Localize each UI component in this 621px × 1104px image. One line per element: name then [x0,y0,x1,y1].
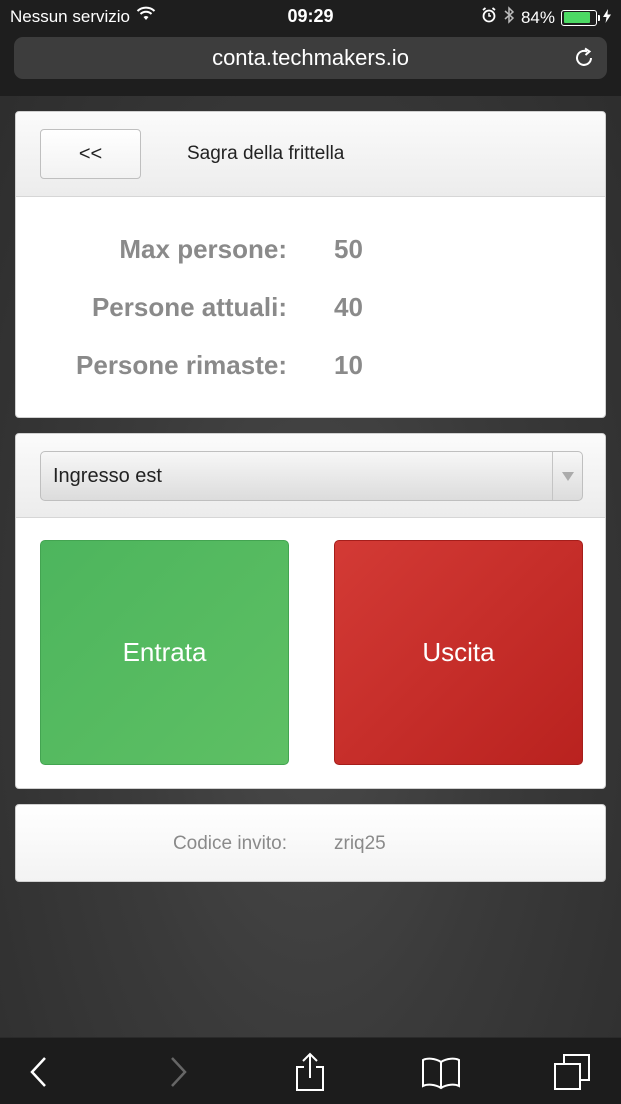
gate-select[interactable]: Ingresso est [40,451,583,501]
chevron-down-icon[interactable] [552,452,582,500]
bluetooth-icon [503,6,515,29]
browser-toolbar [0,1037,621,1104]
stat-remaining: Persone rimaste: 10 [16,350,605,390]
stat-label: Persone rimaste: [76,350,287,380]
event-card: << Sagra della frittella Max persone: 50… [15,111,606,418]
invite-card: Codice invito: zriq25 [15,804,606,882]
reload-icon[interactable] [573,47,595,69]
gate-select-value: Ingresso est [53,464,162,487]
enter-button[interactable]: Entrata [40,540,289,765]
tabs-icon[interactable] [552,1052,592,1092]
stats-panel: Max persone: 50 Persone attuali: 40 Pers… [16,197,605,417]
invite-label: Codice invito: [172,833,287,854]
back-button[interactable]: << [40,129,141,179]
battery-icon [561,9,600,26]
exit-button[interactable]: Uscita [334,540,583,765]
url-bar[interactable]: conta.techmakers.io [14,37,607,79]
status-right: 84% [481,6,611,29]
stat-max: Max persone: 50 [16,234,605,274]
back-arrow-icon[interactable] [20,1052,60,1092]
gate-header: Ingresso est [16,434,605,518]
forward-arrow-icon[interactable] [157,1052,197,1092]
battery-fill [563,12,590,23]
alarm-icon [481,7,497,28]
stat-value: 40 [334,292,363,322]
status-bar: Nessun servizio 09:29 84% [0,0,621,32]
stat-value: 10 [334,350,363,380]
event-title: Sagra della frittella [187,143,345,164]
invite-code: zriq25 [334,833,386,854]
stat-label: Max persone: [119,234,287,264]
charging-icon [603,8,611,28]
stat-label: Persone attuali: [91,292,287,322]
gate-card: Ingresso est Entrata Uscita [15,433,606,789]
stat-current: Persone attuali: 40 [16,292,605,332]
event-header: << Sagra della frittella [16,112,605,197]
share-icon[interactable] [290,1052,330,1092]
browser-chrome: Nessun servizio 09:29 84% conta.techmake… [0,0,621,96]
bookmarks-icon[interactable] [421,1052,461,1092]
url-text: conta.techmakers.io [212,45,409,70]
stat-value: 50 [334,234,363,264]
battery-percent: 84% [520,7,555,27]
